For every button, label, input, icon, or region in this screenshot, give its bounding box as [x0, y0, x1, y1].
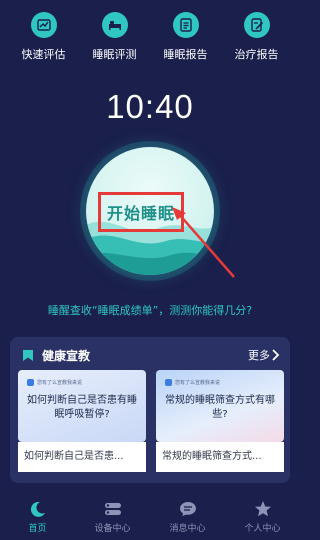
- app-logo-icon: [27, 379, 34, 386]
- device-icon: [104, 503, 121, 515]
- thumb-tag-text: 您有了么宣教我来说: [175, 380, 221, 386]
- more-label: 更多: [248, 349, 270, 362]
- app-logo-icon: [165, 379, 172, 386]
- tab-device-center[interactable]: 设备中心: [81, 495, 145, 540]
- more-link[interactable]: 更多: [248, 347, 280, 363]
- thumb-tag: 您有了么宣教我来说: [165, 379, 220, 386]
- health-education-card: 健康宣教 更多 您有了么宣教我来说 如何判断自己是否患有睡眠呼吸暂停? 如何判断…: [10, 337, 290, 483]
- article-thumbnail: 您有了么宣教我来说 如何判断自己是否患有睡眠呼吸暂停?: [18, 370, 146, 442]
- edit-report-icon: [243, 12, 270, 38]
- bookmark-icon: [23, 349, 33, 361]
- promo-text[interactable]: 睡醒查收“睡眠成绩单”，测测你能得几分?: [0, 302, 300, 318]
- thumb-tag: 您有了么宣教我来说: [27, 379, 82, 386]
- start-sleep-label: 开始睡眠: [106, 204, 175, 223]
- article-caption: 如何判断自己是否患...: [18, 442, 146, 472]
- nav-treatment-report[interactable]: 治疗报告: [227, 12, 287, 62]
- moon-icon: [30, 501, 45, 517]
- tab-personal-center[interactable]: 个人中心: [231, 495, 295, 540]
- card-title: 健康宣教: [42, 348, 91, 363]
- annotation-arrow: [172, 207, 235, 278]
- report-list-icon: [172, 12, 199, 38]
- article-card[interactable]: 您有了么宣教我来说 常规的睡眠筛查方式有哪些? 常规的睡眠筛查方式...: [156, 370, 284, 472]
- nav-sleep-evaluation[interactable]: 睡眠评测: [85, 12, 145, 62]
- nav-label: 治疗报告: [234, 48, 279, 61]
- bottom-tab-bar: 首页 设备中心 消息中心 个人中心: [0, 495, 300, 540]
- nav-label: 睡眠评测: [92, 48, 137, 61]
- article-caption: 常规的睡眠筛查方式...: [156, 442, 284, 472]
- nav-label: 睡眠报告: [163, 48, 208, 61]
- top-nav: 快速评估 睡眠评测 睡眠报告 治疗报告: [0, 12, 300, 62]
- card-header: 健康宣教 更多: [22, 347, 280, 363]
- tab-label: 设备中心: [94, 524, 131, 534]
- article-thumbnail: 您有了么宣教我来说 常规的睡眠筛查方式有哪些?: [156, 370, 284, 442]
- nav-quick-assessment[interactable]: 快速评估: [14, 12, 74, 62]
- tab-label: 消息中心: [169, 524, 206, 534]
- tab-home[interactable]: 首页: [6, 495, 70, 540]
- tab-label: 首页: [28, 524, 47, 534]
- thumb-tag-text: 您有了么宣教我来说: [37, 380, 83, 386]
- clock-display: 10:40: [106, 88, 194, 125]
- nav-sleep-report[interactable]: 睡眠报告: [156, 12, 216, 62]
- star-icon: [254, 501, 271, 517]
- tab-message-center[interactable]: 消息中心: [156, 495, 220, 540]
- thumb-headline: 如何判断自己是否患有睡眠呼吸暂停?: [27, 395, 137, 420]
- tab-label: 个人中心: [244, 524, 281, 534]
- trend-chart-icon: [30, 12, 57, 38]
- bed-icon: [101, 12, 128, 38]
- chevron-right-icon: [272, 349, 280, 361]
- message-icon: [179, 502, 196, 516]
- nav-label: 快速评估: [21, 48, 66, 61]
- thumb-headline: 常规的睡眠筛查方式有哪些?: [165, 395, 275, 420]
- article-card[interactable]: 您有了么宣教我来说 如何判断自己是否患有睡眠呼吸暂停? 如何判断自己是否患...: [18, 370, 146, 472]
